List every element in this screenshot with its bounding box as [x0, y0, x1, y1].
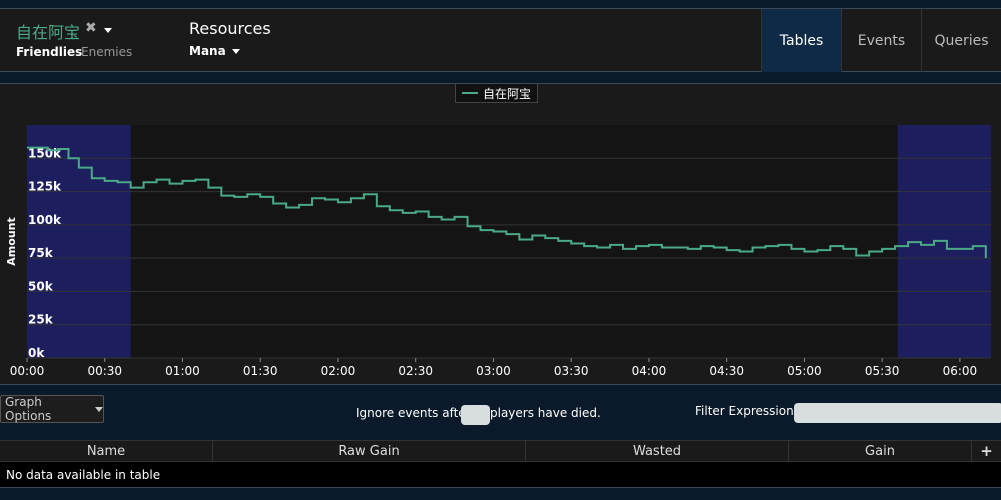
x-tick-label: 00:30 — [87, 364, 122, 378]
x-tick-label: 04:30 — [709, 364, 744, 378]
tab-events[interactable]: Events — [841, 9, 921, 72]
chevron-down-icon — [95, 406, 103, 412]
x-tick-label: 00:00 — [10, 364, 45, 378]
x-tick-label: 02:30 — [398, 364, 433, 378]
legend-label: 自在阿宝 — [483, 86, 532, 101]
tab-queries[interactable]: Queries — [921, 9, 1001, 72]
add-column-button[interactable]: + — [972, 441, 1001, 461]
players-died-label: players have died. — [490, 406, 601, 420]
tab-enemies[interactable]: Enemies — [81, 45, 132, 59]
chevron-down-icon — [231, 49, 240, 54]
legend-swatch — [462, 92, 478, 94]
top-bar: 自在阿宝 ✖ Friendlies Enemies Resources Mana… — [0, 8, 1001, 72]
table-empty-row: No data available in table — [0, 462, 1001, 488]
column-name[interactable]: Name — [0, 441, 213, 461]
column-wasted[interactable]: Wasted — [526, 441, 789, 461]
y-axis-label: Amount — [5, 217, 18, 265]
table-header: Name Raw Gain Wasted Gain + — [0, 440, 1001, 462]
x-tick-label: 05:30 — [865, 364, 900, 378]
column-gain[interactable]: Gain — [789, 441, 972, 461]
resource-chart[interactable]: 0k25k50k75k100k125k150k00:00 00:30 01:00 01… — [0, 84, 1001, 384]
x-tick-label: 03:00 — [476, 364, 511, 378]
column-raw-gain[interactable]: Raw Gain — [213, 441, 526, 461]
chevron-down-icon[interactable] — [104, 28, 112, 33]
resources-title: Resources — [189, 19, 271, 38]
y-tick-label: 125k — [28, 180, 62, 194]
x-tick-label: 06:00 — [943, 364, 978, 378]
options-bar: Graph Options Ignore events after player… — [0, 388, 1001, 436]
x-tick-label: 03:30 — [554, 364, 589, 378]
x-tick-label: 04:00 — [632, 364, 667, 378]
graph-options-button[interactable]: Graph Options — [0, 395, 104, 423]
y-tick-label: 0k — [28, 346, 45, 360]
dead-players-input[interactable] — [461, 405, 490, 425]
close-icon[interactable]: ✖ — [85, 20, 97, 36]
y-tick-label: 75k — [28, 246, 54, 260]
player-name[interactable]: 自在阿宝 — [16, 19, 80, 43]
y-tick-label: 50k — [28, 279, 54, 293]
graph-options-label: Graph Options — [5, 395, 52, 423]
x-tick-label: 01:30 — [243, 364, 278, 378]
x-tick-label: 01:00 — [165, 364, 200, 378]
resource-type-label: Mana — [189, 44, 226, 58]
filter-expression-input[interactable] — [794, 403, 1001, 423]
chart-panel: 0k 25k 50k 75k 100k 125k 150k 00:00 00:30 01:00 01… — [0, 83, 1001, 385]
resource-type-dropdown[interactable]: Mana — [189, 44, 240, 58]
tab-tables[interactable]: Tables — [761, 9, 841, 72]
ignore-events-label: Ignore events after — [356, 406, 471, 420]
tab-friendlies[interactable]: Friendlies — [16, 45, 82, 59]
y-tick-label: 100k — [28, 213, 62, 227]
chart-legend[interactable]: 自在阿宝 — [455, 84, 539, 103]
empty-message: No data available in table — [6, 467, 161, 482]
y-tick-label: 25k — [28, 313, 54, 327]
x-tick-label: 05:00 — [787, 364, 822, 378]
filter-expression-label: Filter Expression: — [695, 404, 798, 418]
plot-area — [27, 125, 991, 358]
x-tick-label: 02:00 — [321, 364, 356, 378]
